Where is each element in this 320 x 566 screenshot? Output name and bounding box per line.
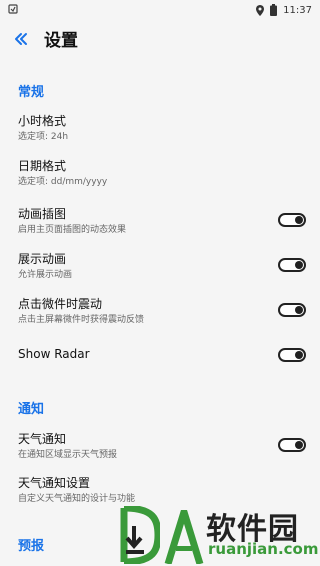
- setting-animated-illustration[interactable]: 动画插图 启用主页面插图的动态效果: [0, 205, 320, 239]
- setting-title: 小时格式: [18, 114, 67, 128]
- a-logo-icon: [164, 510, 204, 564]
- section-header-forecast: 预报: [18, 539, 45, 554]
- setting-subtitle: 点击主屏幕微件时获得震动反馈: [18, 315, 145, 325]
- location-icon: [256, 4, 265, 16]
- setting-subtitle: 启用主页面插图的动态效果: [18, 225, 127, 235]
- section-header-notifications: 通知: [18, 402, 45, 417]
- setting-hour-format[interactable]: 小时格式 选定项: 24h: [0, 112, 320, 146]
- setting-show-animation[interactable]: 展示动画 允许展示动画: [0, 250, 320, 284]
- setting-title: Show Radar: [18, 347, 90, 361]
- download-logo-icon: [120, 506, 160, 564]
- setting-subtitle: 选定项: dd/mm/yyyy: [18, 177, 108, 187]
- status-bar: 11:37: [0, 0, 320, 20]
- setting-title: 天气通知设置: [18, 476, 91, 490]
- setting-subtitle: 选定项: 24h: [18, 132, 69, 142]
- show-radar-toggle[interactable]: [278, 348, 306, 362]
- setting-title: 日期格式: [18, 159, 67, 173]
- app-notification-icon: [8, 4, 18, 14]
- setting-title: 动画插图: [18, 207, 67, 221]
- setting-show-radar[interactable]: Show Radar: [0, 347, 320, 367]
- setting-title: 展示动画: [18, 252, 67, 266]
- watermark-text-en: ruanjian.com: [208, 540, 319, 558]
- double-chevron-left-icon: [15, 33, 27, 45]
- section-header-general: 常规: [18, 85, 45, 100]
- watermark-logo: 软件园 ruanjian.com: [120, 502, 320, 566]
- setting-subtitle: 自定义天气通知的设计与功能: [18, 494, 136, 504]
- setting-title: 点击微件时震动: [18, 297, 103, 311]
- setting-title: 天气通知: [18, 432, 67, 446]
- toggle-knob: [295, 306, 303, 314]
- back-button[interactable]: [10, 28, 32, 50]
- tap-vibration-toggle[interactable]: [278, 303, 306, 317]
- animated-illustration-toggle[interactable]: [278, 213, 306, 227]
- status-time: 11:37: [283, 4, 312, 16]
- setting-date-format[interactable]: 日期格式 选定项: dd/mm/yyyy: [0, 157, 320, 191]
- toggle-knob: [295, 261, 303, 269]
- toggle-knob: [295, 441, 303, 449]
- show-animation-toggle[interactable]: [278, 258, 306, 272]
- setting-tap-vibration[interactable]: 点击微件时震动 点击主屏幕微件时获得震动反馈: [0, 295, 320, 329]
- page-title: 设置: [44, 31, 78, 51]
- app-bar: 设置: [0, 20, 320, 56]
- toggle-knob: [295, 216, 303, 224]
- setting-subtitle: 允许展示动画: [18, 270, 73, 280]
- setting-subtitle: 在通知区域显示天气预报: [18, 450, 118, 460]
- setting-weather-notification[interactable]: 天气通知 在通知区域显示天气预报: [0, 430, 320, 464]
- toggle-knob: [295, 351, 303, 359]
- weather-notification-toggle[interactable]: [278, 438, 306, 452]
- battery-icon: [270, 4, 278, 16]
